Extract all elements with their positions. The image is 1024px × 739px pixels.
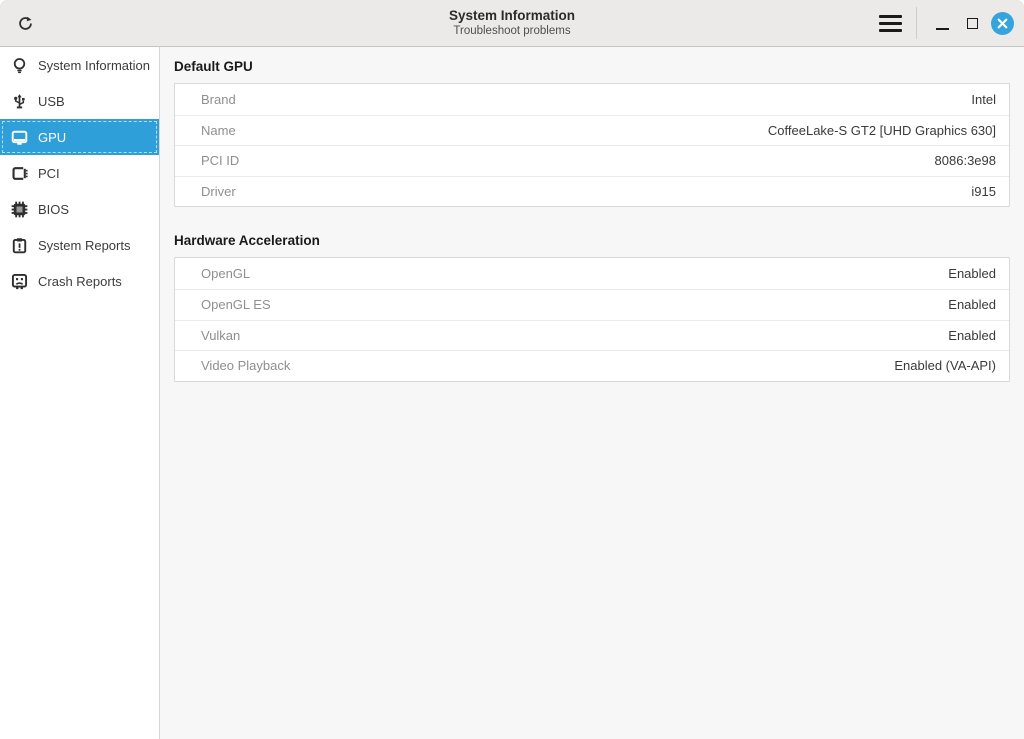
row-label: OpenGL ES	[201, 297, 271, 312]
chip-icon	[11, 201, 28, 218]
table-row: Brand Intel	[175, 84, 1009, 115]
main-content: Default GPU Brand Intel Name CoffeeLake-S GT…	[160, 47, 1024, 739]
window-title: System Information	[449, 8, 575, 24]
table-row: OpenGL Enabled	[175, 258, 1009, 289]
titlebar: System Information Troubleshoot problems	[0, 0, 1024, 47]
sidebar-item-pci[interactable]: PCI	[0, 155, 159, 191]
row-label: Driver	[201, 184, 236, 199]
row-value: Enabled	[948, 266, 996, 281]
sidebar-item-crash-reports[interactable]: Crash Reports	[0, 263, 159, 299]
sidebar-item-label: System Information	[38, 58, 150, 73]
row-value: i915	[971, 184, 996, 199]
sidebar-item-gpu[interactable]: GPU	[0, 119, 159, 155]
minimize-icon	[936, 28, 949, 30]
row-label: Brand	[201, 92, 236, 107]
usb-icon	[11, 93, 28, 110]
close-icon	[997, 18, 1008, 29]
sidebar-item-bios[interactable]: BIOS	[0, 191, 159, 227]
info-table: Brand Intel Name CoffeeLake-S GT2 [UHD Grap…	[174, 83, 1010, 207]
sidebar-item-label: System Reports	[38, 238, 130, 253]
table-row: Name CoffeeLake-S GT2 [UHD Graphics 630]	[175, 115, 1009, 146]
sidebar-item-label: USB	[38, 94, 65, 109]
window-subtitle: Troubleshoot problems	[453, 24, 570, 38]
hamburger-menu-icon	[879, 15, 902, 18]
refresh-icon	[17, 15, 34, 32]
row-value: CoffeeLake-S GT2 [UHD Graphics 630]	[768, 123, 996, 138]
sidebar-item-label: Crash Reports	[38, 274, 122, 289]
row-value: Enabled	[948, 297, 996, 312]
table-row: Video Playback Enabled (VA-API)	[175, 350, 1009, 381]
table-row: OpenGL ES Enabled	[175, 289, 1009, 320]
clipboard-alert-icon	[11, 237, 28, 254]
window-controls	[872, 0, 1024, 46]
row-value: 8086:3e98	[935, 153, 996, 168]
sidebar-item-usb[interactable]: USB	[0, 83, 159, 119]
sidebar-item-label: PCI	[38, 166, 60, 181]
bulb-icon	[11, 57, 28, 74]
row-label: Name	[201, 123, 236, 138]
maximize-icon	[967, 18, 978, 29]
table-row: PCI ID 8086:3e98	[175, 145, 1009, 176]
crash-screen-icon	[11, 273, 28, 290]
hamburger-menu-button[interactable]	[872, 8, 908, 38]
table-row: Vulkan Enabled	[175, 320, 1009, 351]
row-value: Enabled	[948, 328, 996, 343]
maximize-button[interactable]	[957, 8, 987, 38]
row-label: Video Playback	[201, 358, 290, 373]
row-value: Intel	[971, 92, 996, 107]
row-value: Enabled (VA-API)	[894, 358, 996, 373]
section-title: Hardware Acceleration	[174, 233, 1010, 248]
titlebar-titles: System Information Troubleshoot problems	[0, 0, 1024, 46]
window-body: System Information USB GPU PCI BIOS System Re…	[0, 47, 1024, 739]
pci-card-icon	[11, 165, 28, 182]
sidebar-item-system-information[interactable]: System Information	[0, 47, 159, 83]
sidebar-item-system-reports[interactable]: System Reports	[0, 227, 159, 263]
close-button[interactable]	[991, 12, 1014, 35]
row-label: Vulkan	[201, 328, 240, 343]
titlebar-separator	[916, 7, 917, 39]
minimize-button[interactable]	[927, 8, 957, 38]
monitor-icon	[11, 129, 28, 146]
row-label: PCI ID	[201, 153, 239, 168]
refresh-button[interactable]	[8, 6, 42, 40]
app-window: System Information Troubleshoot problems	[0, 0, 1024, 739]
row-label: OpenGL	[201, 266, 250, 281]
info-table: OpenGL Enabled OpenGL ES Enabled Vulkan Enabl…	[174, 257, 1010, 381]
sidebar-item-label: BIOS	[38, 202, 69, 217]
sidebar-item-label: GPU	[38, 130, 66, 145]
sidebar: System Information USB GPU PCI BIOS System Re…	[0, 47, 160, 739]
section-title: Default GPU	[174, 59, 1010, 74]
table-row: Driver i915	[175, 176, 1009, 207]
